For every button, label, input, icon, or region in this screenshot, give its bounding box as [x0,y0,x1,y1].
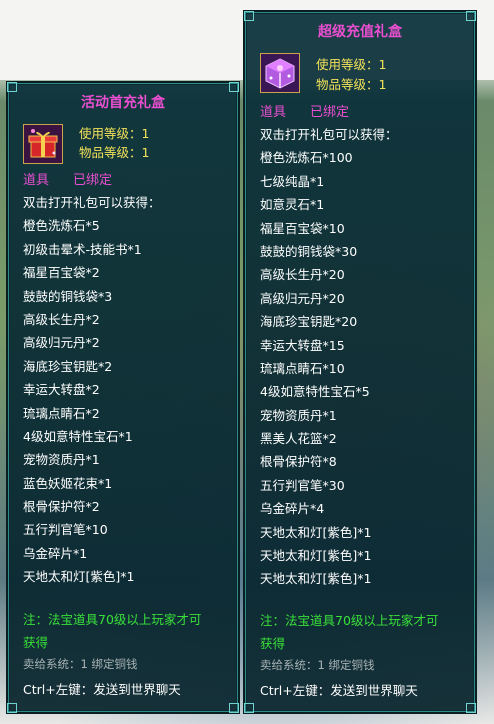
note-line-2: 获得 [23,635,49,650]
list-item: 福星百宝袋*2 [23,265,100,281]
list-item: 高级长生丹*2 [23,311,100,327]
list-item: 海底珍宝钥匙*20 [260,314,358,330]
left-gift-tooltip: 活动首充礼盒 使用等级：1 物品等级：1 道具 已绑定 双击打开礼包可以获得： 橙… [7,82,239,713]
contents-list: 双击打开礼包可以获得： 橙色洗炼石*100 七级纯晶*1 如意灵石*1 福星百宝… [260,123,398,591]
gift-box-icon [23,124,63,164]
item-level-text: 物品等级：1 [316,77,387,92]
ctrl-click-hint: Ctrl+左键：发送到世界聊天 [260,683,418,698]
corner-ornament [7,703,17,713]
list-item: 橙色洗炼石*5 [23,218,100,234]
corner-ornament [229,703,239,713]
contents-list: 双击打开礼包可以获得： 橙色洗炼石*5 初级击晕术-技能书*1 福星百宝袋*2 … [23,191,161,589]
list-item: 七级纯晶*1 [260,173,325,189]
sell-price-text: 卖给系统：1 绑定铜钱 [260,658,375,672]
corner-ornament [7,82,17,92]
list-item: 4级如意特性宝石*5 [260,384,370,400]
list-item: 4级如意特性宝石*1 [23,428,133,444]
note-text: 注：法宝道具70级以上玩家才可 获得 [260,609,438,655]
list-item: 琉璃点睛石*2 [23,405,100,421]
right-gift-tooltip: 超级充值礼盒 使用等级：1 物品等级：1 道具 已绑定 双击打开礼包可以获得： 橙… [244,11,476,713]
list-item: 天地太和灯[紫色]*1 [23,569,135,585]
sell-price-text: 卖给系统：1 绑定铜钱 [23,657,138,671]
bound-status: 已绑定 [310,105,350,120]
tooltip-title: 超级充值礼盒 [318,24,402,40]
category-row: 道具 已绑定 [23,172,112,190]
use-level-text: 使用等级：1 [79,126,150,141]
ctrl-click-hint: Ctrl+左键：发送到世界聊天 [23,682,181,697]
use-level-text: 使用等级：1 [316,57,387,72]
list-item: 宠物资质丹*1 [23,452,100,468]
note-line-1: 注：法宝道具70级以上玩家才可 [260,613,439,628]
category-row: 道具 已绑定 [260,104,349,122]
list-item: 天地太和灯[紫色]*1 [260,571,372,587]
corner-ornament [466,11,476,21]
list-item: 初级击晕术-技能书*1 [23,241,142,257]
list-item: 根骨保护符*2 [23,499,100,515]
corner-ornament [466,703,476,713]
contents-intro: 双击打开礼包可以获得： [260,127,398,142]
list-item: 蓝色妖姬花束*1 [23,475,113,491]
list-item: 天地太和灯[紫色]*1 [260,548,372,564]
corner-ornament [244,11,254,21]
corner-ornament [244,703,254,713]
contents-intro: 双击打开礼包可以获得： [23,195,161,210]
list-item: 鼓鼓的铜钱袋*30 [260,243,358,259]
list-item: 福星百宝袋*10 [260,220,345,236]
list-item: 乌金碎片*4 [260,501,325,517]
list-item: 幸运大转盘*15 [260,337,345,353]
bound-status: 已绑定 [73,173,113,188]
list-item: 宠物资质丹*1 [260,407,337,423]
gift-box-icon [260,53,300,93]
list-item: 黑美人花篮*2 [260,431,337,447]
list-item: 鼓鼓的铜钱袋*3 [23,288,113,304]
item-level-text: 物品等级：1 [79,145,150,160]
category-label: 道具 [23,173,50,188]
list-item: 根骨保护符*8 [260,454,337,470]
category-label: 道具 [260,105,287,120]
list-item: 海底珍宝钥匙*2 [23,358,113,374]
note-line-1: 注：法宝道具70级以上玩家才可 [23,612,202,627]
list-item: 高级长生丹*20 [260,267,345,283]
list-item: 乌金碎片*1 [23,545,88,561]
note-line-2: 获得 [260,636,286,651]
list-item: 幸运大转盘*2 [23,382,100,398]
tooltip-title: 活动首充礼盒 [81,95,165,111]
list-item: 如意灵石*1 [260,197,325,213]
corner-ornament [229,82,239,92]
list-item: 五行判官笔*30 [260,477,345,493]
list-item: 高级归元丹*2 [23,335,100,351]
list-item: 琉璃点睛石*10 [260,360,345,376]
list-item: 天地太和灯[紫色]*1 [260,524,372,540]
list-item: 高级归元丹*20 [260,290,345,306]
note-text: 注：法宝道具70级以上玩家才可 获得 [23,608,201,654]
list-item: 橙色洗炼石*100 [260,150,353,166]
list-item: 五行判官笔*10 [23,522,108,538]
